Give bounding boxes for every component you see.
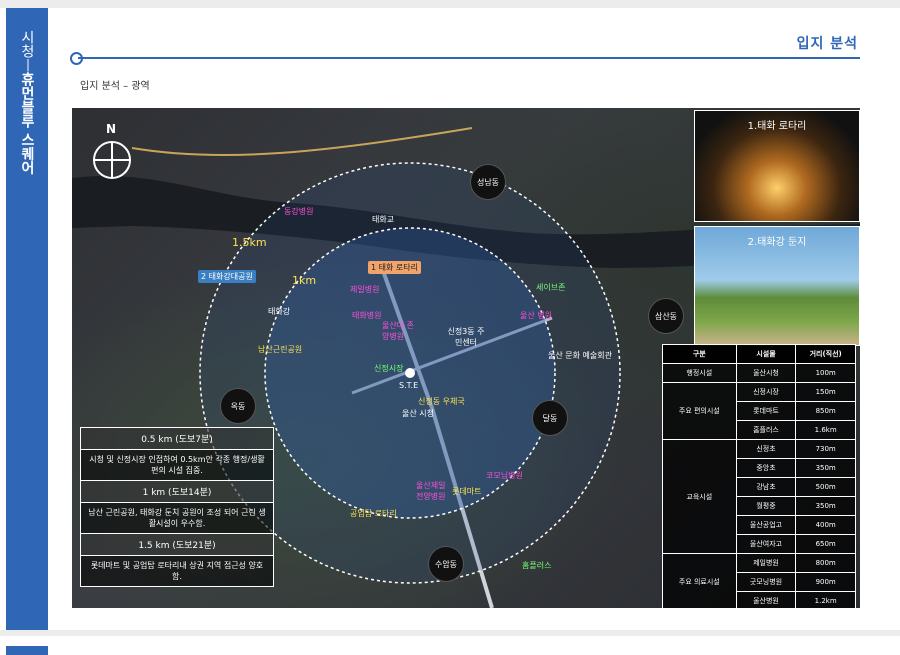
location-map: N S.T.E 1.5km 1km 1 태화 로타리 2 태화강대공원 성남동 … [72, 108, 860, 608]
info-desc-0-5km: 시청 및 신정시장 인접하여 0.5km안 각종 행정/생활 편의 시설 집중. [81, 450, 273, 481]
next-page-sidebar [6, 646, 48, 655]
cell-category: 주요 의료시설 [662, 553, 737, 608]
cell-facility: 울산공업고 [735, 515, 797, 535]
label-goodmorning-hospital: 코모님병원 [486, 471, 523, 480]
brand-vertical-title: 시청ㅣ휴먼블루 스퀘어 [6, 30, 48, 230]
cell-distance: 500m [795, 477, 856, 497]
page-subtitle: 입지 분석 – 광역 [80, 81, 150, 92]
header-rule [78, 57, 860, 59]
label-jeil-jeonyang-hospital: 울산제일 전양병원 [416, 481, 446, 501]
col-category: 구분 [662, 344, 737, 364]
cell-distance: 800m [795, 553, 856, 573]
label-namsan-park: 남산근린공원 [258, 345, 303, 354]
col-distance: 거리(직선) [795, 344, 856, 364]
info-desc-1-5km: 롯데마트 및 공업탑 로타리내 상권 지역 접근성 양호함. [90, 561, 264, 581]
dong-dal: 달동 [532, 400, 568, 436]
dong-suam: 수암동 [428, 546, 464, 582]
cell-distance: 900m [795, 572, 856, 592]
photo-2-caption: 2.태화강 둔지 [747, 237, 807, 248]
cell-facility: 롯데마트 [735, 401, 797, 421]
cell-distance: 650m [795, 534, 856, 554]
photo-taehwa-riverside: 2.태화강 둔지 [694, 226, 860, 346]
info-header-0-5km: 0.5 km (도보7분) [81, 428, 273, 450]
brand-separator: ㅣ [19, 58, 35, 72]
cell-facility: 강남초 [735, 477, 797, 497]
label-ulsan-hospital: 울산 병원 [520, 311, 552, 320]
col-facility: 시설물 [735, 344, 797, 364]
label-uni-hospital: 울산대 존양병원 [382, 321, 414, 341]
cell-distance: 1.2km [795, 591, 856, 608]
photo-1-caption: 1.태화 로타리 [747, 121, 807, 132]
marker-2: 2 태화강대공원 [198, 270, 256, 283]
label-culture-hall: 울산 문화 예술회관 [548, 351, 612, 360]
cell-facility: 월평중 [735, 496, 797, 516]
cell-distance: 400m [795, 515, 856, 535]
cell-facility: 울산여자고 [735, 534, 797, 554]
road-yellow [131, 127, 473, 157]
table-header-row: 구분 시설물 거리(직선) [662, 344, 856, 364]
marker-2-num: 2 [201, 272, 207, 281]
label-city-hall: 울산 시청 [402, 409, 434, 418]
facility-table: 구분 시설물 거리(직선) 행정시설 울산시청 100m 주요 편의시설 신정시… [662, 344, 856, 608]
marker-2-text: 태화강대공원 [208, 272, 253, 281]
label-jeil-hospital: 제일병원 [350, 285, 380, 294]
table-row: 교육시설 신정초 730m [662, 439, 856, 554]
cell-distance: 350m [795, 458, 856, 478]
label-taehwa-river: 태화강 [268, 307, 291, 316]
radius-info-box: 0.5 km (도보7분) 시청 및 신정시장 인접하여 0.5km안 각종 행… [80, 427, 274, 587]
cell-distance: 730m [795, 439, 856, 459]
site-pin-icon [405, 368, 415, 378]
brand-name: 휴먼블루 스퀘어 [19, 72, 35, 175]
label-post-office: 신정동 우체국 [418, 397, 465, 406]
label-donggang-hospital: 동강병원 [284, 207, 314, 216]
marker-1-text: 태화 로타리 [378, 263, 418, 272]
cell-category: 주요 편의시설 [662, 382, 737, 440]
label-taehwa-hospital: 태화병원 [352, 311, 382, 320]
info-desc-1km: 남산 근린공원, 태화강 둔치 공원이 조성 되어 근린 생활시설이 우수함. [81, 503, 273, 534]
table-row: 주요 의료시설 제일병원 800m [662, 553, 856, 608]
label-sinjeong-market: 신정시장 [374, 364, 404, 373]
label-lottemart: 롯데마트 [452, 487, 482, 496]
cell-distance: 1.6km [795, 420, 856, 440]
cell-facility: 제일병원 [735, 553, 797, 573]
cell-facility: 울산시청 [735, 363, 797, 383]
radius-label-1km: 1km [292, 274, 317, 287]
dong-samsan: 삼산동 [648, 298, 684, 334]
info-header-1km: 1 km (도보14분) [81, 481, 273, 503]
cell-category: 교육시설 [662, 439, 737, 554]
brand-prefix: 시청 [19, 30, 35, 58]
cell-facility: 중앙초 [735, 458, 797, 478]
dong-ok: 옥동 [220, 388, 256, 424]
label-saveone: 세이브존 [536, 283, 566, 292]
site-label: S.T.E [399, 381, 419, 390]
info-header-1-5km: 1.5 km (도보21분) [81, 534, 273, 556]
next-page-strip [0, 636, 900, 655]
dong-seongnam: 성남동 [470, 164, 506, 200]
cell-distance: 150m [795, 382, 856, 402]
cell-distance: 100m [795, 363, 856, 383]
cell-distance: 350m [795, 496, 856, 516]
radius-label-1-5km: 1.5km [232, 236, 267, 249]
marker-1: 1 태화 로타리 [368, 261, 421, 274]
label-gongeoptap-rotary: 공업탑 로타리 [350, 509, 397, 518]
cell-distance: 850m [795, 401, 856, 421]
photo-taehwa-rotary: 1.태화 로타리 [694, 110, 860, 222]
marker-1-num: 1 [371, 263, 377, 272]
label-homeplus: 홈플러스 [522, 561, 552, 570]
cell-facility: 신정초 [735, 439, 797, 459]
cell-facility: 홈플러스 [735, 420, 797, 440]
cell-facility: 신정시장 [735, 382, 797, 402]
cell-facility: 울산병원 [735, 591, 797, 608]
cell-category: 행정시설 [662, 363, 737, 383]
page-title: 입지 분석 [796, 36, 858, 52]
compass-label: N [106, 122, 117, 136]
cell-facility: 굿모닝병원 [735, 572, 797, 592]
label-taehwa-bridge: 태화교 [372, 215, 395, 224]
table-row: 주요 편의시설 신정시장 150m [662, 382, 856, 440]
table-row: 행정시설 울산시청 100m [662, 363, 856, 383]
label-community-center: 신정3동 주민센터 [447, 327, 485, 347]
